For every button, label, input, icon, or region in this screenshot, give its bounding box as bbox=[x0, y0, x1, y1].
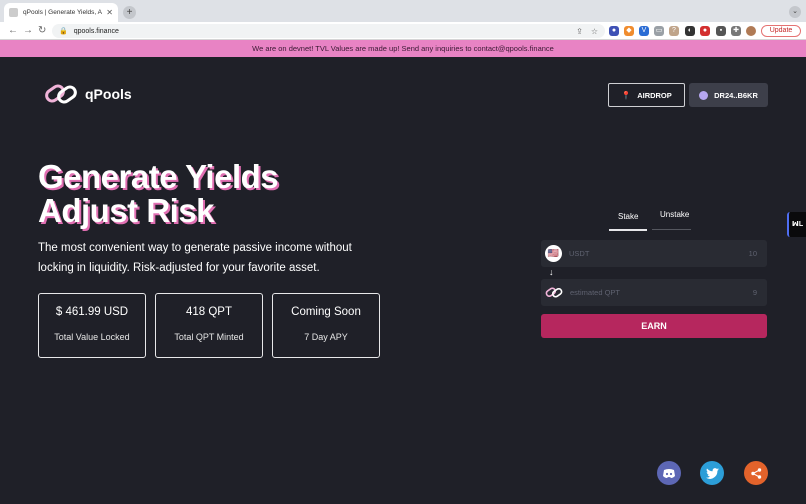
avatar[interactable] bbox=[746, 26, 756, 36]
extension-icon[interactable]: V bbox=[639, 26, 649, 36]
reload-icon[interactable]: ↻ bbox=[38, 24, 46, 38]
tab-close-icon[interactable]: ✕ bbox=[106, 8, 113, 17]
forward-icon[interactable]: → bbox=[23, 24, 33, 38]
extension-icon[interactable]: ▪ bbox=[716, 26, 726, 36]
tab-search-icon[interactable]: ⌄ bbox=[789, 6, 801, 18]
stat-label: 7 Day APY bbox=[304, 332, 348, 342]
wallet-button[interactable]: DR24..B6KR bbox=[689, 83, 768, 107]
airdrop-label: AIRDROP bbox=[637, 90, 672, 100]
pin-icon: 📍 bbox=[621, 90, 632, 100]
new-tab-button[interactable]: + bbox=[123, 6, 136, 19]
stat-card-tvl: $ 461.99 USD Total Value Locked bbox=[38, 293, 146, 358]
input-placeholder: USDT bbox=[569, 249, 590, 258]
side-widget-tab[interactable]: ꟽL bbox=[787, 212, 806, 237]
browser-tab[interactable]: qPools | Generate Yields, Adjust Risk ✕ bbox=[4, 3, 118, 22]
address-bar: ← → ↻ 🔒 qpools.finance ⇪ ☆ ● ◆ V ▭ ? ◐ ●… bbox=[0, 22, 806, 40]
stat-value: 418 QPT bbox=[185, 306, 233, 318]
stat-label: Total QPT Minted bbox=[174, 332, 244, 342]
extension-icon[interactable]: ● bbox=[609, 26, 619, 36]
input-value: 10 bbox=[748, 249, 757, 258]
tab-underline bbox=[652, 229, 691, 230]
tab-favicon-icon bbox=[9, 8, 18, 17]
stat-value: $ 461.99 USD bbox=[55, 306, 129, 318]
qpt-token-icon bbox=[545, 287, 563, 298]
devnet-banner: We are on devnet! TVL Values are made up… bbox=[0, 40, 806, 57]
extension-icon[interactable]: ◐ bbox=[685, 26, 695, 36]
earn-button[interactable]: EARN bbox=[541, 314, 767, 338]
arrow-down-icon: ↓ bbox=[549, 267, 554, 277]
logo-text: qPools bbox=[85, 86, 132, 102]
wallet-icon bbox=[699, 90, 709, 100]
hero-title-line-1: Generate Yields bbox=[38, 158, 279, 195]
update-button[interactable]: Update bbox=[761, 25, 801, 37]
tab-title: qPools | Generate Yields, Adjust Risk bbox=[23, 9, 103, 16]
hero-subtitle: The most convenient way to generate pass… bbox=[38, 242, 352, 274]
share-page-icon[interactable]: ⇪ bbox=[576, 27, 583, 36]
hero-title-line-2: Adjust Risk bbox=[38, 192, 215, 229]
wallet-address: DR24..B6KR bbox=[714, 90, 758, 100]
stat-value: Coming Soon bbox=[291, 306, 361, 318]
extension-icon[interactable]: ● bbox=[700, 26, 710, 36]
stake-tabs: Stake Unstake bbox=[609, 210, 691, 231]
share-icon[interactable] bbox=[744, 461, 768, 485]
logo[interactable]: qPools bbox=[44, 82, 132, 106]
output-value: 9 bbox=[752, 288, 757, 297]
hero-title: Generate Yields Adjust Risk bbox=[38, 160, 378, 228]
extension-icon[interactable]: ? bbox=[669, 26, 679, 36]
extension-icon[interactable]: ▭ bbox=[654, 26, 664, 36]
estimated-qpt-field[interactable]: estimated QPT 9 bbox=[541, 279, 767, 306]
discord-icon[interactable] bbox=[657, 461, 681, 485]
bookmark-star-icon[interactable]: ☆ bbox=[591, 27, 598, 36]
usdt-flag-icon: 🇺🇸 bbox=[545, 245, 562, 262]
extensions-puzzle-icon[interactable]: ✚ bbox=[731, 26, 741, 36]
twitter-icon[interactable] bbox=[700, 461, 724, 485]
stat-card-apy: Coming Soon 7 Day APY bbox=[272, 293, 380, 358]
active-tab-underline bbox=[609, 229, 647, 231]
output-placeholder: estimated QPT bbox=[570, 288, 621, 297]
qpools-logo-icon bbox=[45, 84, 77, 104]
tab-unstake[interactable]: Unstake bbox=[660, 210, 689, 219]
metamask-icon[interactable]: ◆ bbox=[624, 26, 634, 36]
browser-tab-bar: qPools | Generate Yields, Adjust Risk ✕ … bbox=[0, 0, 806, 22]
usdt-amount-input[interactable]: 🇺🇸 USDT 10 bbox=[541, 240, 767, 267]
back-icon[interactable]: ← bbox=[8, 24, 18, 38]
hero: Generate Yields Adjust Risk The most con… bbox=[38, 160, 378, 278]
url-field[interactable]: 🔒 qpools.finance ⇪ ☆ bbox=[52, 24, 605, 38]
tab-stake[interactable]: Stake bbox=[618, 212, 638, 221]
stat-label: Total Value Locked bbox=[54, 332, 130, 342]
stat-card-minted: 418 QPT Total QPT Minted bbox=[155, 293, 263, 358]
airdrop-button[interactable]: 📍 AIRDROP bbox=[608, 83, 685, 107]
lock-icon: 🔒 bbox=[59, 28, 68, 35]
url-text: qpools.finance bbox=[73, 27, 119, 35]
